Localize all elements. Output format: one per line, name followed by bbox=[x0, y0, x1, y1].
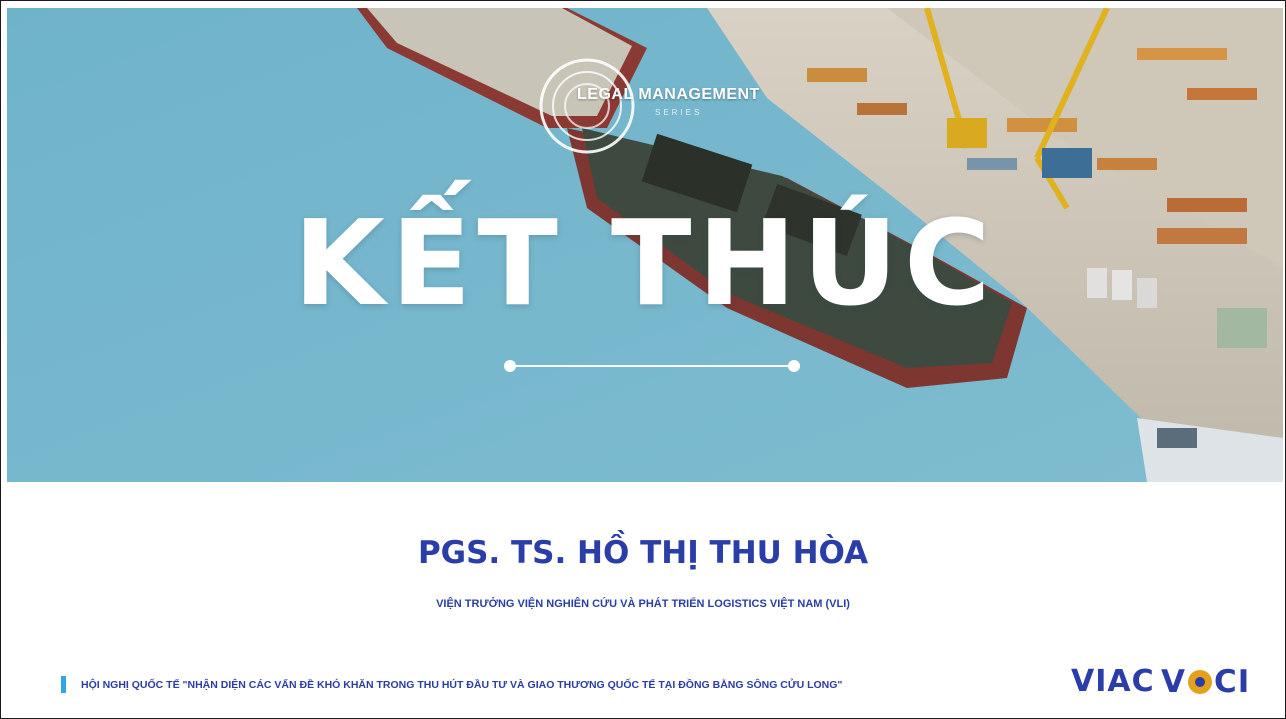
slide-title: KẾT THÚC bbox=[293, 194, 997, 332]
legal-management-logo: LEGAL MANAGEMENT SERIES bbox=[537, 46, 797, 164]
logo-subtext: SERIES bbox=[655, 108, 703, 117]
hero-port-photo: LEGAL MANAGEMENT SERIES KẾT THÚC bbox=[7, 8, 1283, 482]
logo-text: LEGAL MANAGEMENT bbox=[577, 86, 760, 103]
presenter-name: PGS. TS. HỒ THỊ THU HÒA bbox=[417, 535, 869, 571]
viac-logo: VIAC bbox=[1071, 664, 1155, 699]
slide: LEGAL MANAGEMENT SERIES KẾT THÚC PGS. TS… bbox=[0, 0, 1286, 719]
divider-dot-right bbox=[788, 360, 800, 372]
logo-circle-icon bbox=[539, 58, 635, 154]
conference-title: HỘI NGHỊ QUỐC TẾ "NHẬN DIỆN CÁC VẤN ĐỀ K… bbox=[81, 679, 843, 691]
divider-line bbox=[510, 365, 794, 367]
title-underline-divider bbox=[504, 359, 800, 373]
vcci-logo-ci: CI bbox=[1214, 663, 1251, 700]
divider-dot-left bbox=[504, 360, 516, 372]
vcci-seal-icon bbox=[1188, 670, 1212, 694]
vcci-logo: V CI bbox=[1161, 665, 1250, 699]
presenter-role: VIỆN TRƯỞNG VIỆN NGHIÊN CỨU VÀ PHÁT TRIỂ… bbox=[436, 598, 850, 610]
vcci-logo-v: V bbox=[1161, 663, 1186, 700]
footer-marker bbox=[61, 676, 66, 693]
